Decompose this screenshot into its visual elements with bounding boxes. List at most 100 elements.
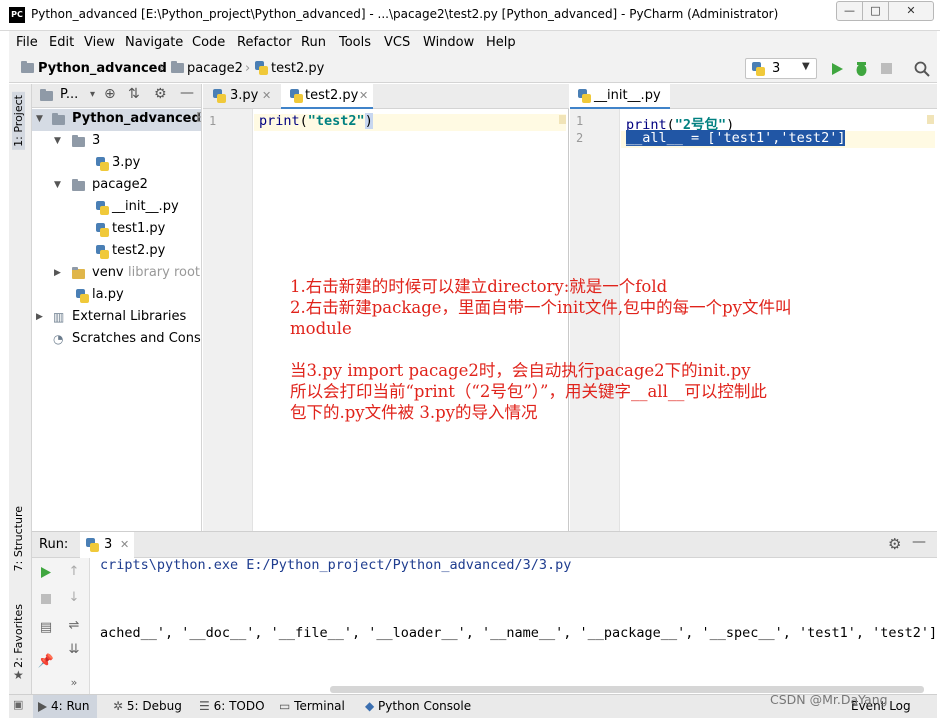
tree-item-venv[interactable]: ▶ venv library root	[32, 263, 201, 285]
tree-item-test2[interactable]: test2.py	[32, 241, 201, 263]
run-configuration-select[interactable]: 3 ▼	[745, 58, 817, 79]
debug-icon[interactable]	[854, 61, 869, 77]
stop-icon[interactable]	[41, 594, 51, 604]
annotation-line: 1.右击新建的时候可以建立directory:就是一个fold	[290, 277, 668, 296]
hide-icon[interactable]: —	[912, 534, 926, 550]
close-button[interactable]: ✕	[888, 1, 934, 21]
annotation-line: 2.右击新建package，里面自带一个init文件,包中的每一个py文件叫	[290, 298, 792, 317]
tab-label: Terminal	[294, 699, 345, 713]
menu-help[interactable]: Help	[486, 35, 516, 50]
gear-icon[interactable]: ⚙	[154, 86, 167, 102]
tree-item-pacage2[interactable]: ▼ pacage2	[32, 175, 201, 197]
tree-label: test1.py	[112, 221, 166, 236]
tool-windows-icon[interactable]: ▣	[13, 698, 23, 711]
tree-item-init[interactable]: __init__.py	[32, 197, 201, 219]
layout-icon[interactable]: ▤	[36, 620, 56, 635]
tree-item-scratches[interactable]: ◔ Scratches and Conso	[32, 329, 201, 351]
tab-python-console[interactable]: ◆ Python Console	[365, 699, 471, 713]
project-panel: P... ▾ ⊕ ⇅ ⚙ — ▼ Python_advanced E ▼ 3 3…	[32, 84, 202, 531]
tree-item-test1[interactable]: test1.py	[32, 219, 201, 241]
tab-label: test2.py	[305, 88, 359, 103]
menu-file[interactable]: File	[16, 35, 38, 50]
stop-icon[interactable]	[881, 63, 893, 75]
code-line-2-selected[interactable]: __all__ = ['test1','test2']	[626, 130, 846, 146]
breadcrumb-pacage2[interactable]: pacage2	[187, 61, 243, 76]
arrow-down-icon[interactable]: ↓	[64, 590, 84, 605]
menu-window[interactable]: Window	[423, 35, 474, 50]
locate-icon[interactable]: ⊕	[104, 86, 116, 102]
hide-icon[interactable]: —	[180, 85, 194, 101]
tab-run[interactable]: 4: Run	[33, 695, 97, 718]
more-icon[interactable]: »	[64, 676, 84, 689]
tab-test2py[interactable]: test2.py ✕	[281, 84, 373, 109]
csdn-watermark: CSDN @Mr.DaYang	[770, 692, 888, 707]
chevron-right-icon: ▶	[36, 312, 43, 322]
breadcrumb-project[interactable]: Python_advanced	[38, 61, 167, 76]
tab-terminal[interactable]: ▭ Terminal	[279, 699, 345, 713]
code-builtin: print	[259, 113, 300, 129]
tree-hint: library root	[128, 265, 201, 280]
menu-tools[interactable]: Tools	[339, 35, 371, 50]
breadcrumb-test2[interactable]: test2.py	[271, 61, 324, 76]
gear-icon[interactable]: ⚙	[888, 535, 901, 553]
scroll-to-end-icon[interactable]: ⇊	[64, 642, 84, 657]
tree-item-root[interactable]: ▼ Python_advanced E	[32, 109, 201, 131]
package-folder-icon	[72, 179, 85, 191]
tree-item-folder-3[interactable]: ▼ 3	[32, 131, 201, 153]
menu-run[interactable]: Run	[301, 35, 326, 50]
pin-icon[interactable]: 📌	[36, 654, 56, 669]
line-number: 2	[576, 131, 584, 145]
close-icon[interactable]: ✕	[262, 89, 271, 102]
tree-item-external-libraries[interactable]: ▶ ▥ External Libraries	[32, 307, 201, 329]
arrow-up-icon[interactable]: ↑	[64, 564, 84, 579]
menu-code[interactable]: Code	[192, 35, 225, 50]
console-output: ached__', '__doc__', '__file__', '__load…	[100, 625, 938, 641]
rerun-icon[interactable]	[40, 566, 52, 579]
python-file-icon	[255, 61, 268, 75]
menu-view[interactable]: View	[84, 35, 115, 50]
run-panel: Run: 3 ✕ ⚙ — ↑ ↓ ▤ ⇌ ⇊ 📌 » cripts\python…	[32, 531, 938, 695]
minimize-button[interactable]: —	[836, 1, 863, 21]
run-toolbar: ↑ ↓ ▤ ⇌ ⇊ 📌 »	[32, 558, 90, 695]
left-tool-strip: 1: Project 7: Structure 2: Favorites ★	[9, 84, 32, 694]
project-view-select[interactable]: P...	[60, 87, 78, 102]
maximize-button[interactable]: □	[862, 1, 889, 21]
tab-3py[interactable]: 3.py ✕	[203, 84, 281, 109]
menu-navigate[interactable]: Navigate	[125, 35, 183, 50]
breadcrumb-separator-icon: ›	[245, 61, 251, 76]
tree-label: External Libraries	[72, 309, 187, 324]
tree-label: __init__.py	[112, 199, 179, 214]
collapse-icon[interactable]: ⇅	[128, 86, 140, 102]
tree-item-la[interactable]: la.py	[32, 285, 201, 307]
annotation-line: 包下的.py文件被 3.py的导入情况	[290, 403, 538, 422]
close-icon[interactable]: ✕	[120, 538, 129, 551]
menu-refactor[interactable]: Refactor	[237, 35, 292, 50]
menu-bar: File Edit View Navigate Code Refactor Ru…	[9, 31, 937, 55]
tab-project[interactable]: 1: Project	[12, 92, 25, 150]
tree-label: 3.py	[112, 155, 141, 170]
tab-todo[interactable]: ☰ 6: TODO	[199, 699, 265, 713]
menu-vcs[interactable]: VCS	[384, 35, 410, 50]
soft-wrap-icon[interactable]: ⇌	[64, 618, 84, 633]
window-title: Python_advanced [E:\Python_project\Pytho…	[31, 7, 779, 21]
search-icon[interactable]	[914, 61, 930, 77]
run-icon[interactable]	[831, 62, 844, 76]
chevron-down-icon[interactable]: ▾	[90, 89, 95, 100]
pycharm-logo-icon: PC	[9, 7, 25, 23]
tree-label: la.py	[92, 287, 124, 302]
tab-label: 6: TODO	[213, 699, 265, 713]
tree-item-3py[interactable]: 3.py	[32, 153, 201, 175]
code-string: "test2"	[307, 113, 365, 129]
run-tab-3[interactable]: 3 ✕	[80, 532, 134, 558]
tab-init[interactable]: __init__.py	[570, 84, 670, 109]
code-line-1[interactable]: print("test2")	[259, 113, 373, 129]
tab-debug[interactable]: ✲ 5: Debug	[113, 699, 182, 713]
close-icon[interactable]: ✕	[359, 89, 368, 102]
tab-structure[interactable]: 7: Structure	[12, 506, 25, 571]
menu-edit[interactable]: Edit	[49, 35, 74, 50]
tree-label: test2.py	[112, 243, 166, 258]
tab-favorites[interactable]: 2: Favorites	[12, 604, 25, 668]
tab-label: 5: Debug	[126, 699, 182, 713]
project-panel-header: P... ▾ ⊕ ⇅ ⚙ —	[32, 84, 201, 108]
run-label: Run:	[39, 537, 69, 552]
